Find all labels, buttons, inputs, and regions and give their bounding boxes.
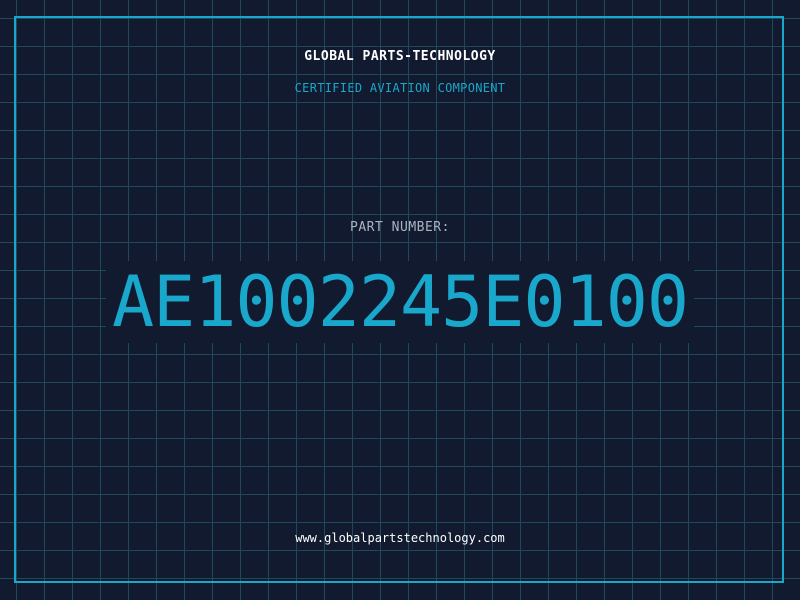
company-name: GLOBAL PARTS-TECHNOLOGY [304, 49, 496, 64]
part-number-text: AE1002245E0100 [105, 261, 694, 343]
label-card: GLOBAL PARTS-TECHNOLOGY CERTIFIED AVIATI… [0, 0, 800, 600]
certification-text: CERTIFIED AVIATION COMPONENT [294, 81, 506, 95]
part-number-label: PART NUMBER: [350, 220, 450, 235]
part-number-value: AE1002245E0100 [0, 261, 800, 343]
website-url: www.globalpartstechnology.com [295, 531, 505, 545]
